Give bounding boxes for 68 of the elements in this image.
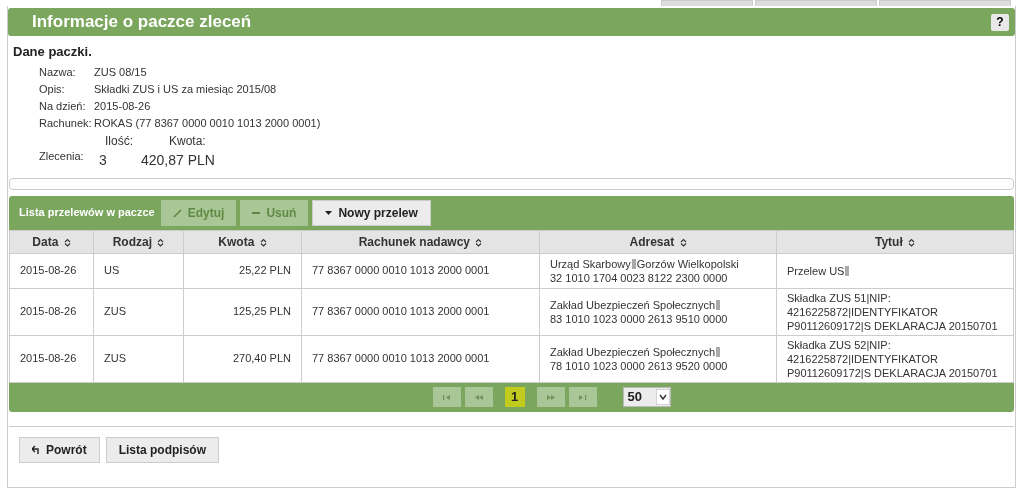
sort-icon <box>157 237 165 247</box>
sort-icon <box>259 237 267 247</box>
page-size-value: 50 <box>627 388 642 407</box>
sort-icon <box>63 237 71 247</box>
dropdown-icon <box>655 389 670 405</box>
action-button[interactable]: Powrót <box>19 436 100 463</box>
column-header[interactable]: Tytuł <box>776 230 1014 253</box>
column-header[interactable]: Adresat <box>539 230 777 253</box>
tab[interactable] <box>879 0 1011 6</box>
panel-title: Informacje o paczce zleceń <box>32 11 252 34</box>
field-label: Nazwa: <box>39 64 77 80</box>
field-label: Opis: <box>39 81 66 97</box>
field-value: Składki ZUS i US za miesiąc 2015/08 <box>94 81 277 97</box>
tab[interactable] <box>755 0 877 6</box>
table-cell: US <box>93 253 184 288</box>
column-header[interactable]: Rachunek nadawcy <box>301 230 540 253</box>
recipient-account: 78 1010 1023 0000 2613 9520 0000 <box>550 358 729 373</box>
table-cell: 77 8367 0000 0010 1013 2000 0001 <box>301 288 540 335</box>
field-value: ZUS 08/15 <box>94 64 147 80</box>
table-cell: ZUS <box>93 288 184 335</box>
sort-icon <box>908 237 916 247</box>
table-cell: 25,22 PLN <box>183 253 302 288</box>
page-button[interactable]: 1 <box>504 387 525 407</box>
recipient-name: Gorzów Wielkopolski <box>636 257 739 270</box>
field-label: Na dzień: <box>39 98 87 114</box>
recipient-account: 32 1010 1704 0023 8122 2300 0000 <box>550 270 729 285</box>
column-label: Ilość: <box>104 132 134 150</box>
redaction-mark <box>631 258 636 269</box>
back-arrow-icon <box>32 444 39 455</box>
table-cell: 2015-08-26 <box>9 288 94 335</box>
field-label: Zlecenia: <box>39 148 85 164</box>
recipient-name: Urząd Skarbowy <box>550 257 631 270</box>
transfer-title: Składka ZUS 51|NIP: 4216225872|IDENTYFIKATOR P90112609172|S DEKLARACJA 20150701 <box>787 290 998 333</box>
help-button[interactable]: ? <box>991 13 1009 31</box>
pencil-icon <box>172 207 182 218</box>
field-value: 2015-08-26 <box>94 98 151 114</box>
action-button[interactable]: Lista podpisów <box>105 436 219 463</box>
column-header[interactable]: Kwota <box>183 230 302 253</box>
pager-arrow-icon <box>577 392 588 402</box>
table-cell: 77 8367 0000 0010 1013 2000 0001 <box>301 253 540 288</box>
column-header[interactable]: Rodzaj <box>93 230 184 253</box>
table-cell: 77 8367 0000 0010 1013 2000 0001 <box>301 335 540 382</box>
pager-arrow-icon <box>473 392 484 402</box>
pager-arrow-icon <box>545 392 556 402</box>
recipient-account: 83 1010 1023 0000 2613 9510 0000 <box>550 311 729 326</box>
table-cell: 125,25 PLN <box>183 288 302 335</box>
field-value: ROKAS (77 8367 0000 0010 1013 2000 0001) <box>94 115 321 131</box>
order-count: 3 <box>99 150 108 170</box>
recipient-name: Zakład Ubezpieczeń Społecznych <box>550 345 716 358</box>
table-cell: ZUS <box>93 335 184 382</box>
transfer-title: Przelew US <box>787 263 845 278</box>
table-cell: 270,40 PLN <box>183 335 302 382</box>
transfer-title: Składka ZUS 52|NIP: 4216225872|IDENTYFIKATOR P90112609172|S DEKLARACJA 20150701 <box>787 337 998 380</box>
list-title: Lista przelewów w paczce <box>19 205 155 221</box>
column-label: Kwota: <box>168 132 207 150</box>
sort-icon <box>475 237 483 247</box>
pager-arrow-icon <box>441 392 452 402</box>
column-header[interactable]: Data <box>9 230 94 253</box>
field-label: Rachunek: <box>39 115 93 131</box>
table-cell: 2015-08-26 <box>9 335 94 382</box>
page-size-select[interactable]: 50 <box>622 387 671 407</box>
sort-icon <box>679 237 687 247</box>
table-cell: 2015-08-26 <box>9 253 94 288</box>
tab[interactable] <box>661 0 753 6</box>
section-heading: Dane paczki. <box>13 43 93 61</box>
order-amount: 420,87 PLN <box>141 150 215 170</box>
toolbar-button[interactable]: Nowy przelew <box>312 199 431 226</box>
recipient-name: Zakład Ubezpieczeń Społecznych <box>550 298 716 311</box>
